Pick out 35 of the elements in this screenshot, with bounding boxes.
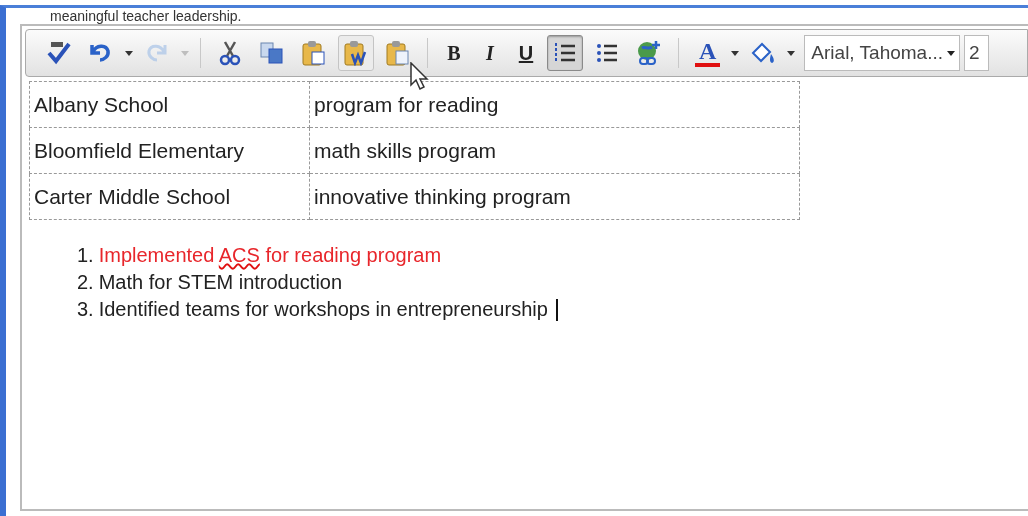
italic-button[interactable]: I	[475, 35, 505, 71]
font-color-button[interactable]: A	[690, 35, 726, 71]
table-cell: Bloomfield Elementary	[29, 127, 310, 174]
table-cell: Carter Middle School	[29, 173, 310, 220]
caret-icon	[731, 50, 740, 56]
list-item-text: Identified teams for workshops in entrepreneurship	[98, 298, 548, 321]
table-cell: program for reading	[309, 81, 800, 128]
copy-icon	[259, 40, 285, 66]
list-item-text: Implemented ACS for reading program	[98, 244, 442, 267]
list-number: 2.	[77, 271, 94, 294]
spellcheck-icon	[46, 40, 72, 66]
header-text: meaningful teacher leadership.	[49, 8, 243, 24]
caret-icon	[125, 50, 133, 56]
scissors-icon	[217, 40, 243, 66]
bold-button[interactable]: B	[439, 35, 469, 71]
list-item-text: Math for STEM introduction	[98, 271, 343, 294]
underline-button[interactable]: U	[511, 35, 541, 71]
caret-icon	[947, 50, 955, 56]
mouse-pointer-icon	[409, 62, 431, 92]
table-cell: Albany School	[29, 81, 310, 128]
globe-link-icon	[636, 40, 662, 66]
numbered-list-button[interactable]	[547, 35, 583, 71]
table-cell: innovative thinking program	[309, 173, 800, 220]
clipboard-icon	[343, 40, 369, 66]
clipboard-icon	[301, 40, 327, 66]
list-number: 1.	[77, 244, 94, 267]
font-family-dropdown[interactable]: Arial, Tahoma...	[804, 35, 960, 71]
table-cell: math skills program	[309, 127, 800, 174]
caret-icon	[787, 50, 796, 56]
paint-bucket-icon	[750, 40, 777, 66]
caret-icon	[181, 50, 189, 56]
clipboard-icon	[385, 40, 411, 66]
list-number: 3.	[77, 298, 94, 321]
paste-word-button[interactable]	[338, 35, 374, 71]
font-size-dropdown[interactable]: 2	[964, 35, 989, 71]
